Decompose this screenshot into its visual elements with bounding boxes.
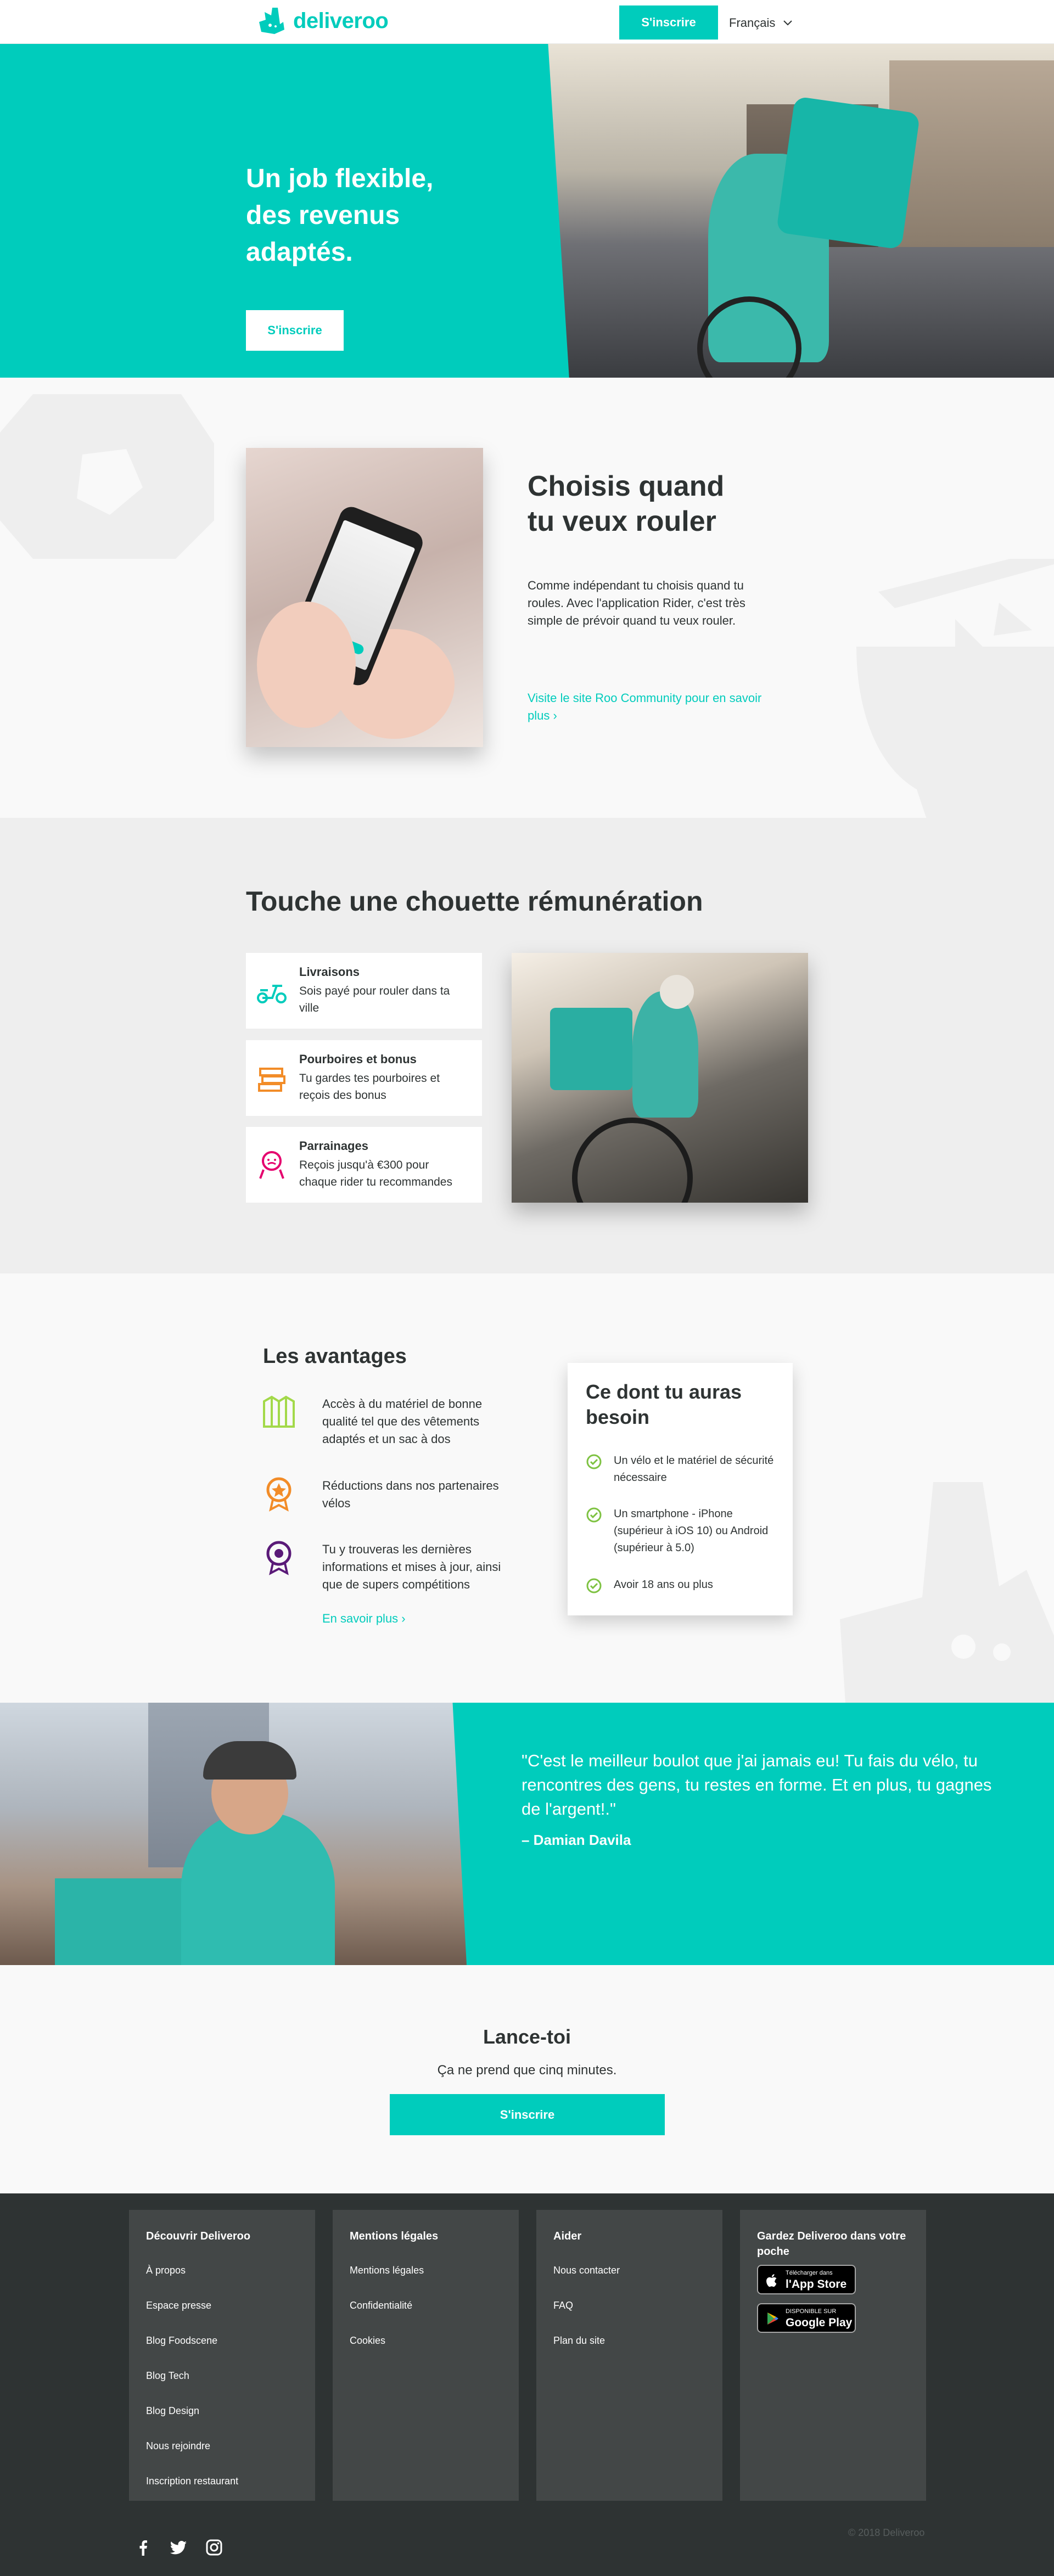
logo-wordmark: deliveroo [293,8,389,33]
apple-icon [766,2274,777,2287]
app-store-big-text: l'App Store [786,2278,847,2291]
google-play-big-text: Google Play [786,2316,853,2329]
cta-signup-button[interactable]: S'inscrire [390,2094,665,2135]
pay-section: Touche une chouette rémunération Livrais… [0,818,1054,1273]
pay-card-label: Pourboires et bonus [299,1052,417,1066]
bowl-decoration [856,559,1054,818]
instagram-icon [206,2539,222,2556]
pay-card-referrals: Parrainages Reçois jusqu'à €300 pour cha… [246,1127,482,1203]
requirements-title: Ce dont tu auras besoin [586,1380,742,1428]
requirement-text: Un vélo et le matériel de sécurité néces… [614,1455,774,1484]
twitter-link[interactable] [170,2539,187,2556]
language-selector[interactable]: Français [729,11,793,35]
cta-section: Lance-toi Ça ne prend que cinq minutes. … [0,1965,1054,2193]
footer-column-help: Aider Nous contacter FAQ Plan du site [536,2210,722,2501]
advantage-text: Tu y trouveras les dernières information… [322,1542,501,1591]
choose-text: Comme indépendant tu choisis quand tu ro… [528,579,745,627]
footer-link[interactable]: À propos [146,2265,186,2276]
check-circle-icon [586,1507,602,1523]
app-store-badge[interactable]: Télécharger dans l'App Store [757,2265,856,2294]
check-circle-icon [586,1454,602,1469]
phone-app-photo [246,448,483,747]
hero-section: Un job flexible, des revenus adaptés. S'… [0,44,1054,378]
pay-title: Touche une chouette rémunération [246,886,703,917]
rider-photo [512,953,808,1203]
footer-link[interactable]: FAQ [553,2300,573,2311]
facebook-icon [139,2540,147,2556]
advantages-section: Les avantages Accès à du matériel de bon… [0,1273,1054,1703]
site-footer: Découvrir Deliveroo À propos Espace pres… [0,2193,1054,2576]
requirement-text: Un smartphone - iPhone (supérieur à iOS … [614,1508,769,1554]
pay-card-label: Parrainages [299,1139,368,1153]
kangaroo-decoration [840,1482,1054,1703]
hero-rider-photo [548,44,1054,378]
pay-card-deliveries: Livraisons Sois payé pour rouler dans ta… [246,953,482,1029]
language-label: Français [729,16,776,30]
footer-column-title: Gardez Deliveroo dans votre poche [757,2230,906,2258]
testimonial-quote: "C'est le meilleur boulot que j'ai jamai… [522,1751,992,1819]
footer-link[interactable]: Nous contacter [553,2265,620,2276]
cta-subtitle: Ça ne prend que cinq minutes. [437,2063,617,2078]
scooter-icon [257,985,287,1003]
equipment-icon [263,1395,295,1428]
cta-title: Lance-toi [483,2025,571,2048]
facebook-link[interactable] [135,2539,152,2556]
roo-community-link[interactable]: Visite le site Roo Community pour en sav… [528,689,764,725]
testimonial-section: "C'est le meilleur boulot que j'ai jamai… [0,1703,1054,1965]
chevron-down-icon [783,20,793,26]
footer-link[interactable]: Blog Design [146,2405,199,2417]
medal-icon [266,1477,291,1512]
pay-card-tips: Pourboires et bonus Tu gardes tes pourbo… [246,1040,482,1116]
requirements-card: Ce dont tu auras besoin Un vélo et le ma… [568,1363,793,1615]
donut-decoration [0,394,214,559]
app-store-small-text: Télécharger dans [786,2270,833,2276]
footer-column-title: Découvrir Deliveroo [146,2230,251,2242]
footer-link[interactable]: Blog Foodscene [146,2335,217,2347]
deliveroo-logo[interactable]: deliveroo [256,5,389,36]
footer-link[interactable]: Plan du site [553,2335,605,2347]
footer-column-apps: Gardez Deliveroo dans votre poche Téléch… [740,2210,926,2501]
referral-icon [259,1151,284,1179]
hero-signup-button[interactable]: S'inscrire [246,310,344,351]
testimonial-rider-photo [0,1703,467,1965]
badge-icon [266,1541,291,1575]
footer-column-legal: Mentions légales Mentions légales Confid… [333,2210,519,2501]
pay-card-desc: Tu gardes tes pourboires et reçois des b… [299,1072,440,1102]
google-play-icon [767,2313,778,2325]
footer-link[interactable]: Confidentialité [350,2300,412,2311]
advantage-text: Accès à du matériel de bonne qualité tel… [322,1397,483,1446]
footer-column-title: Mentions légales [350,2230,439,2242]
footer-link[interactable]: Mentions légales [350,2265,424,2276]
pay-card-desc: Sois payé pour rouler dans ta ville [299,985,450,1014]
testimonial-author: – Damian Davila [522,1832,631,1848]
advantages-title: Les avantages [263,1345,407,1368]
pay-card-desc: Reçois jusqu'à €300 pour chaque rider tu… [299,1159,452,1188]
footer-column-discover: Découvrir Deliveroo À propos Espace pres… [129,2210,315,2501]
requirement-text: Avoir 18 ans ou plus [614,1579,713,1591]
hero-title: Un job flexible, des revenus adaptés. [246,164,434,267]
twitter-icon [170,2541,187,2555]
footer-link[interactable]: Inscription restaurant [146,2476,238,2487]
footer-link[interactable]: Nous rejoindre [146,2440,210,2452]
check-circle-icon [586,1578,602,1593]
kangaroo-logo-icon [259,8,284,34]
cash-icon [258,1068,285,1092]
footer-link[interactable]: Blog Tech [146,2370,189,2382]
site-header: deliveroo S'inscrire Français [0,0,1054,44]
footer-column-title: Aider [553,2230,582,2242]
copyright: © 2018 Deliveroo [848,2527,925,2538]
learn-more-link[interactable]: En savoir plus › [322,1612,406,1626]
instagram-link[interactable] [206,2539,222,2556]
footer-link[interactable]: Cookies [350,2335,385,2347]
advantage-text: Réductions dans nos partenaires vélos [322,1479,499,1510]
pay-card-label: Livraisons [299,965,360,979]
choose-section: Choisis quand tu veux rouler Comme indép… [0,378,1054,818]
choose-title: Choisis quand tu veux rouler [528,470,725,537]
google-play-small-text: DISPONIBLE SUR [786,2308,837,2315]
footer-link[interactable]: Espace presse [146,2300,211,2311]
header-signup-button[interactable]: S'inscrire [619,5,718,40]
google-play-badge[interactable]: DISPONIBLE SUR Google Play [757,2303,856,2333]
